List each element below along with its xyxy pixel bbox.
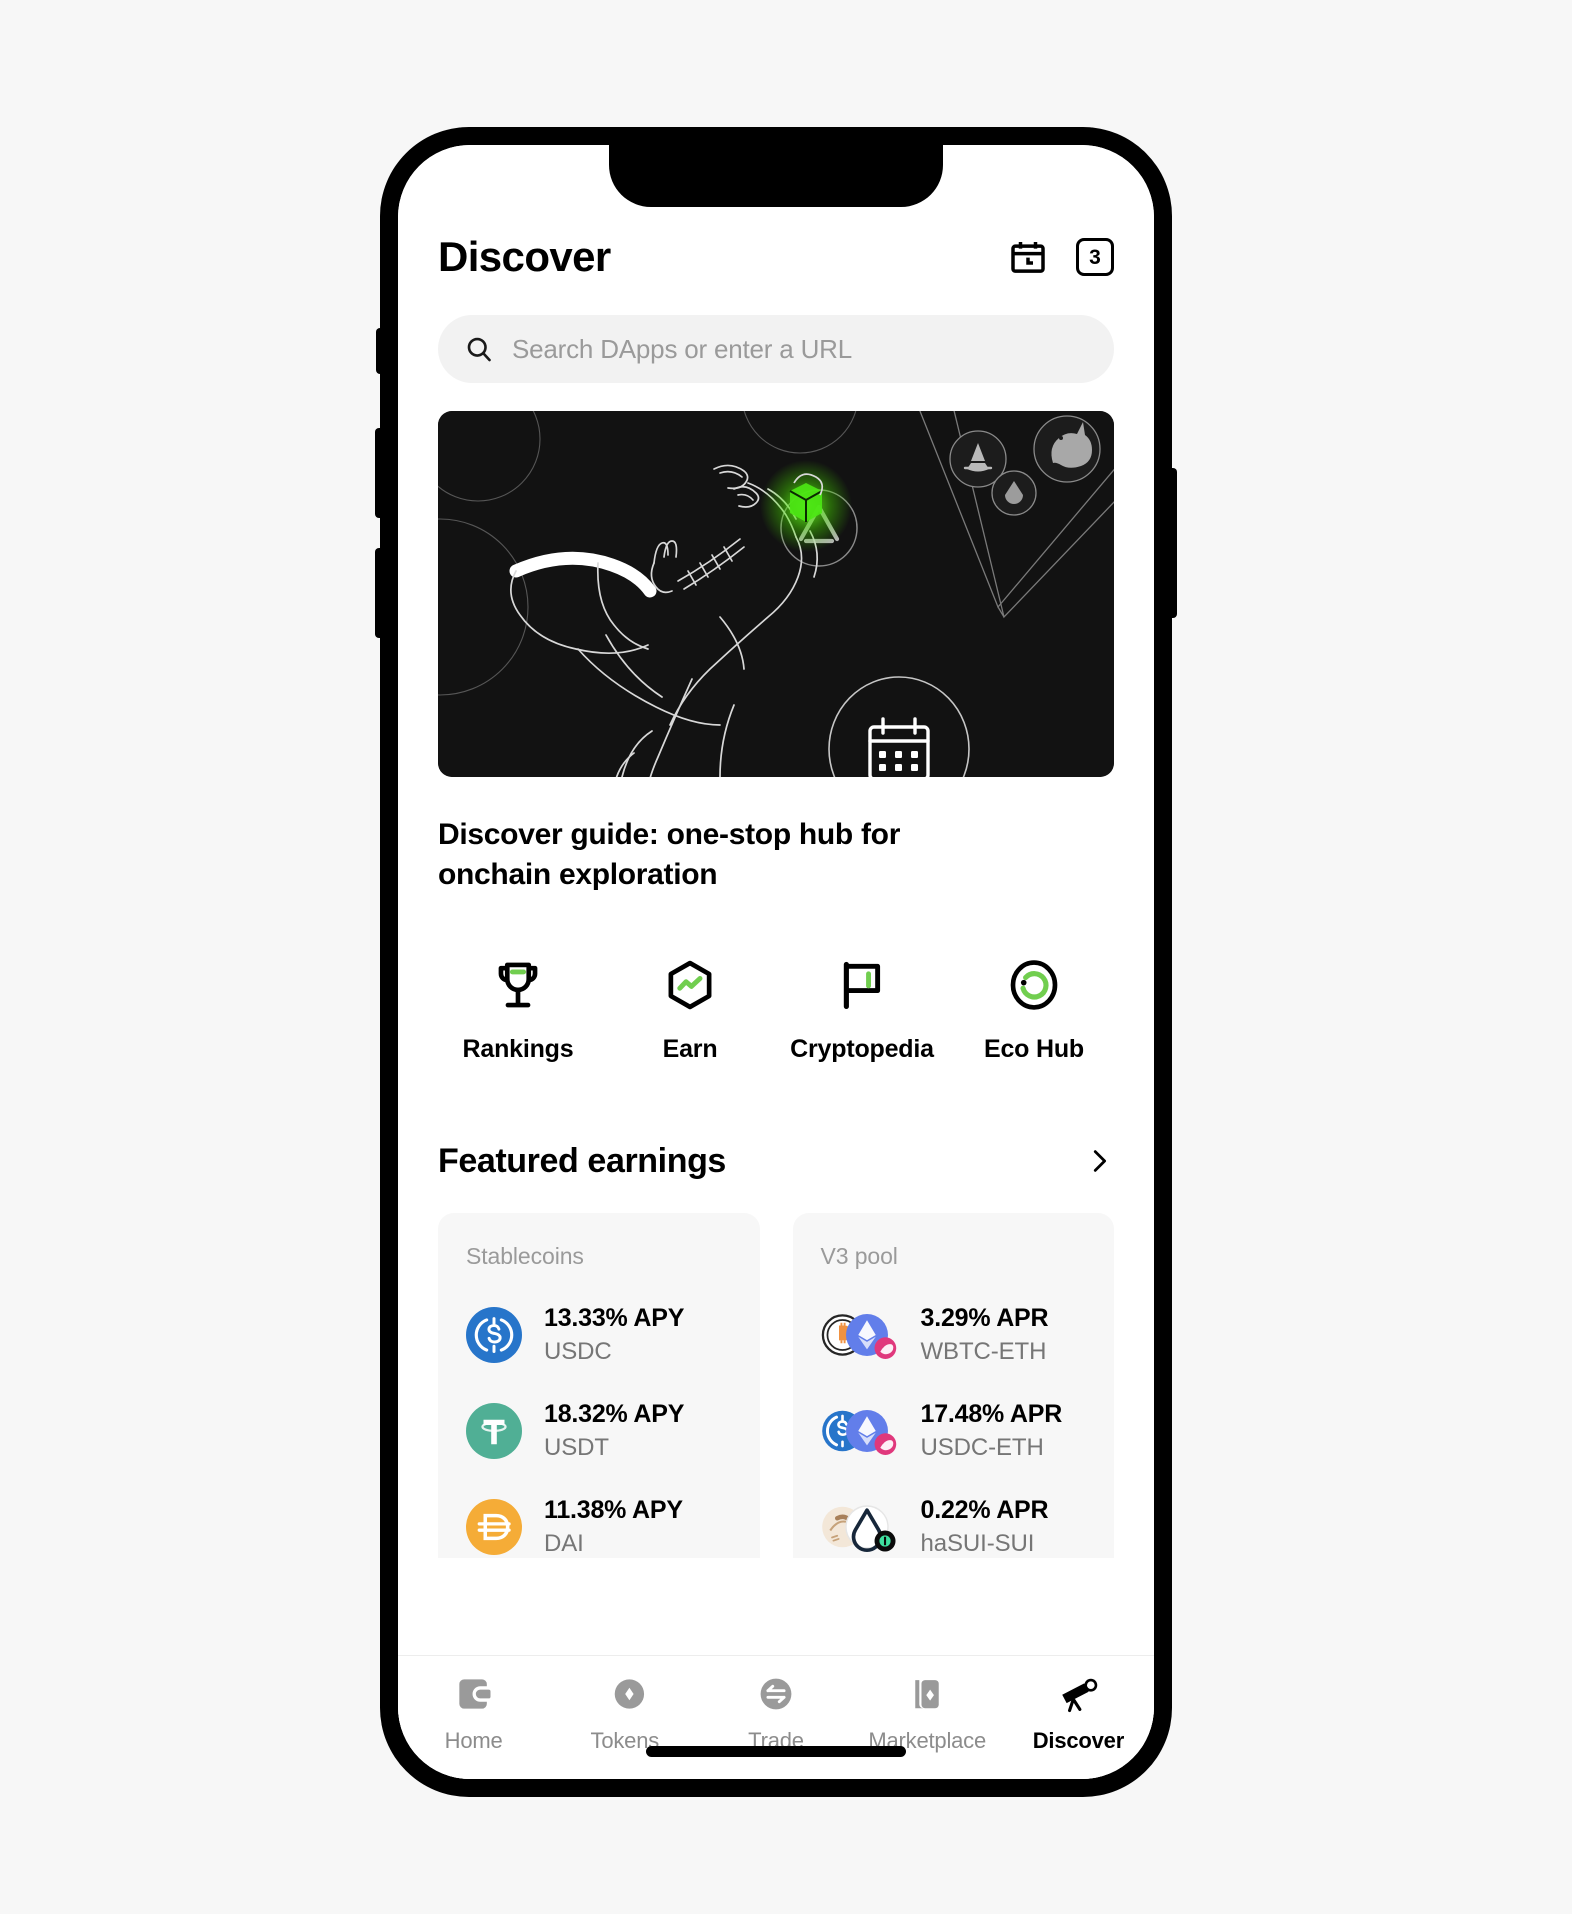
home-indicator[interactable]	[646, 1746, 906, 1757]
volume-down-button[interactable]	[375, 548, 383, 638]
earnings-card-stablecoins[interactable]: Stablecoins 13.33% APY USDC 18.32% APY U…	[438, 1212, 760, 1558]
quicklink-label: Rankings	[462, 1034, 574, 1063]
tab-label: Home	[444, 1728, 503, 1753]
notch	[609, 145, 943, 207]
hasui-sui-icon	[821, 1499, 899, 1555]
quicklink-cryptopedia[interactable]: Cryptopedia	[776, 957, 948, 1064]
earnings-text: 18.32% APY USDT	[544, 1400, 684, 1462]
flag-icon	[843, 961, 881, 1009]
page-title: Discover	[438, 233, 611, 280]
earnings-pair: USDC-ETH	[920, 1433, 1044, 1461]
quicklink-label: Eco Hub	[984, 1034, 1084, 1063]
card-title: V3 pool	[820, 1242, 898, 1269]
card-title: Stablecoins	[466, 1242, 584, 1269]
wallet-icon	[458, 1679, 491, 1709]
circular-arrow-icon	[1010, 960, 1058, 1010]
earnings-rate: 11.38% APY	[544, 1495, 683, 1524]
scroll-area[interactable]: Discover 3 Search DApps or enter a URL D…	[398, 145, 1154, 1655]
usdt-icon	[466, 1402, 522, 1459]
quicklink-eco-hub[interactable]: Eco Hub	[948, 957, 1120, 1064]
tab-marketplace[interactable]: Marketplace	[852, 1672, 1003, 1754]
phone-frame: Discover 3 Search DApps or enter a URL D…	[375, 128, 1177, 1796]
silent-switch[interactable]	[376, 328, 383, 374]
hexagon-chart-icon	[668, 960, 712, 1010]
swap-icon	[760, 1678, 792, 1710]
telescope-icon	[1062, 1678, 1098, 1713]
bottom-tab-bar: Home Tokens Trade Marketplace Discover	[398, 1655, 1154, 1779]
earnings-rate: 18.32% APY	[544, 1399, 685, 1428]
cards-icon	[915, 1680, 939, 1709]
earnings-text: 13.33% APY USDC	[544, 1304, 684, 1366]
earnings-pair: DAI	[544, 1529, 584, 1557]
discover-banner[interactable]	[438, 411, 1114, 777]
earnings-text: 17.48% APR USDC-ETH	[921, 1400, 1063, 1462]
search-icon	[467, 337, 491, 362]
earnings-rate: 0.22% APR	[920, 1495, 1049, 1524]
featured-earnings-cards: Stablecoins 13.33% APY USDC 18.32% APY U…	[438, 1212, 1114, 1558]
screenshot-canvas: Discover 3 Search DApps or enter a URL D…	[0, 0, 1572, 1914]
earnings-rate: 13.33% APY	[544, 1303, 685, 1332]
tab-discover[interactable]: Discover	[1003, 1672, 1154, 1754]
coins-icon	[611, 1679, 644, 1709]
earnings-text: 3.29% APR WBTC-ETH	[921, 1304, 1049, 1366]
section-title: Featured earnings	[438, 1141, 726, 1180]
earnings-rate: 3.29% APR	[920, 1303, 1049, 1332]
quicklink-label: Cryptopedia	[790, 1034, 934, 1063]
earnings-item[interactable]: 11.38% APY DAI	[466, 1496, 732, 1558]
tab-count-value: 3	[1089, 245, 1101, 269]
search-placeholder: Search DApps or enter a URL	[512, 333, 852, 364]
usdc-eth-uniswap-icon	[821, 1403, 899, 1459]
quicklink-rankings[interactable]: Rankings	[432, 957, 604, 1064]
usdc-icon	[466, 1306, 522, 1363]
tab-label: Discover	[1032, 1728, 1125, 1753]
earnings-pair: WBTC-ETH	[920, 1337, 1047, 1365]
quicklink-label: Earn	[662, 1034, 718, 1063]
discover-app: Discover 3 Search DApps or enter a URL D…	[398, 145, 1154, 1779]
phone-screen: Discover 3 Search DApps or enter a URL D…	[398, 145, 1154, 1779]
earnings-pair: haSUI-SUI	[920, 1529, 1035, 1557]
featured-earnings-header[interactable]: Featured earnings	[438, 1142, 1114, 1181]
wbtc-eth-uniswap-icon	[821, 1307, 899, 1363]
volume-up-button[interactable]	[375, 428, 383, 518]
dai-icon	[466, 1498, 522, 1555]
earnings-item[interactable]: 3.29% APR WBTC-ETH	[821, 1304, 1087, 1366]
header-actions: 3	[1008, 237, 1114, 277]
banner-illustration	[438, 411, 1114, 777]
power-button[interactable]	[1169, 468, 1177, 618]
earnings-text: 11.38% APY DAI	[544, 1496, 683, 1558]
quicklinks: Rankings Earn Cryptopedia Eco Hub	[432, 957, 1120, 1064]
tab-trade[interactable]: Trade	[700, 1672, 851, 1754]
earnings-rate: 17.48% APR	[920, 1399, 1063, 1428]
earnings-text: 0.22% APR haSUI-SUI	[921, 1496, 1049, 1558]
earnings-item[interactable]: 18.32% APY USDT	[466, 1400, 732, 1462]
earnings-pair: USDC	[544, 1337, 612, 1365]
earnings-item[interactable]: 0.22% APR haSUI-SUI	[821, 1496, 1087, 1558]
search-input[interactable]: Search DApps or enter a URL	[438, 315, 1114, 383]
calendar-clock-icon[interactable]	[1008, 237, 1048, 277]
tab-tokens[interactable]: Tokens	[549, 1672, 700, 1754]
article-title[interactable]: Discover guide: one-stop hub for onchain…	[438, 815, 1008, 895]
chevron-right-icon[interactable]	[1084, 1146, 1114, 1176]
earnings-card-v3-pool[interactable]: V3 pool 3.29% APR WBTC-ETH 17.48% APR US…	[792, 1212, 1114, 1558]
quicklink-earn[interactable]: Earn	[604, 957, 776, 1064]
earnings-item[interactable]: 13.33% APY USDC	[466, 1304, 732, 1366]
earnings-item[interactable]: 17.48% APR USDC-ETH	[821, 1400, 1087, 1462]
trophy-icon	[498, 962, 538, 1008]
tab-count-badge[interactable]: 3	[1076, 238, 1114, 276]
earnings-pair: USDT	[544, 1433, 609, 1461]
tab-home[interactable]: Home	[398, 1672, 549, 1754]
